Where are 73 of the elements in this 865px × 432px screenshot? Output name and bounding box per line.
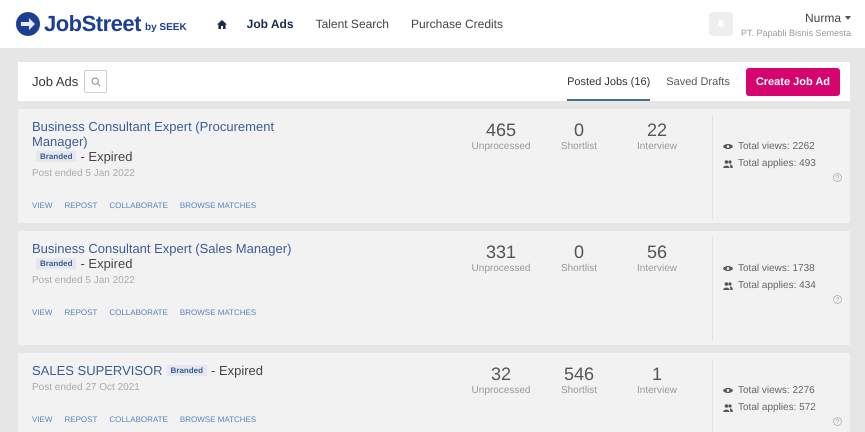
tab[interactable]: Posted Jobs (16) xyxy=(567,62,650,101)
stat-label: Interview xyxy=(636,263,677,274)
total-views: Total views: 1738 xyxy=(738,263,815,274)
stat-label: Shortlist xyxy=(560,141,598,152)
stat-value[interactable]: 0 xyxy=(574,119,584,141)
action-link[interactable]: COLLABORATE xyxy=(109,415,168,424)
stat-label: Unprocessed xyxy=(472,141,530,152)
action-link[interactable]: REPOST xyxy=(64,201,98,210)
people-icon xyxy=(723,282,733,290)
nav-link[interactable]: Job Ads xyxy=(246,17,294,31)
stat-value[interactable]: 1 xyxy=(652,363,662,385)
logo-text: JobStreet xyxy=(44,11,141,37)
action-link[interactable]: VIEW xyxy=(32,201,52,210)
action-link[interactable]: VIEW xyxy=(32,415,52,424)
logo-icon xyxy=(16,12,40,36)
job-status: - Expired xyxy=(80,149,132,164)
branded-tag: Branded xyxy=(36,151,76,162)
action-link[interactable]: REPOST xyxy=(64,415,98,424)
branded-tag: Branded xyxy=(166,365,207,376)
action-link[interactable]: BROWSE MATCHES xyxy=(180,308,256,317)
search-icon xyxy=(90,76,101,86)
job-title-link[interactable]: Business Consultant Expert (Procurement Manager) xyxy=(32,119,322,149)
stat-value[interactable]: 465 xyxy=(486,119,516,141)
help-icon[interactable] xyxy=(833,417,842,426)
create-job-ad-button[interactable]: Create Job Ad xyxy=(746,68,840,96)
help-icon[interactable] xyxy=(833,173,842,182)
post-date: Post ended 27 Oct 2021 xyxy=(32,382,141,393)
stat-label: Unprocessed xyxy=(472,263,530,274)
total-applies: Total applies: 572 xyxy=(738,402,816,413)
post-date: Post ended 5 Jan 2022 xyxy=(32,168,136,179)
post-date: Post ended 5 Jan 2022 xyxy=(32,275,136,286)
help-icon[interactable] xyxy=(833,295,842,304)
stat-value[interactable]: 331 xyxy=(486,241,516,263)
job-status: - Expired xyxy=(211,363,264,378)
stat-value[interactable]: 22 xyxy=(646,119,668,141)
eye-icon xyxy=(723,265,733,272)
branded-tag: Branded xyxy=(36,258,76,269)
action-link[interactable]: BROWSE MATCHES xyxy=(180,201,256,210)
action-link[interactable]: COLLABORATE xyxy=(109,201,168,210)
stat-label: Shortlist xyxy=(560,263,598,274)
action-link[interactable]: VIEW xyxy=(32,308,52,317)
stat-label: Shortlist xyxy=(560,385,598,396)
stat-value[interactable]: 546 xyxy=(564,363,594,385)
action-link[interactable]: BROWSE MATCHES xyxy=(180,415,256,424)
job-title-link[interactable]: SALES SUPERVISOR xyxy=(32,363,163,378)
people-icon xyxy=(723,160,733,168)
people-icon xyxy=(723,404,733,412)
eye-icon xyxy=(723,387,733,394)
stat-value[interactable]: 56 xyxy=(646,241,668,263)
home-icon[interactable] xyxy=(216,20,227,28)
eye-icon xyxy=(723,143,733,150)
job-status: - Expired xyxy=(80,256,132,271)
logo-suffix: by SEEK xyxy=(144,22,187,32)
nav-link[interactable]: Talent Search xyxy=(316,17,389,31)
stat-label: Unprocessed xyxy=(472,385,530,396)
stat-value[interactable]: 32 xyxy=(490,363,512,385)
total-applies: Total applies: 493 xyxy=(738,158,816,169)
total-applies: Total applies: 434 xyxy=(738,280,816,291)
stat-value[interactable]: 0 xyxy=(574,241,584,263)
total-views: Total views: 2276 xyxy=(738,385,815,396)
page-title: Job Ads xyxy=(32,74,78,89)
user-name[interactable]: Nurma xyxy=(804,10,841,24)
stat-label: Interview xyxy=(636,141,677,152)
tab[interactable]: Saved Drafts xyxy=(666,62,730,101)
company-name: PT. Papabli Bisnis Semesta xyxy=(740,28,851,38)
total-views: Total views: 2262 xyxy=(738,141,815,152)
nav-link[interactable]: Purchase Credits xyxy=(410,17,504,31)
action-link[interactable]: REPOST xyxy=(64,308,98,317)
search-button[interactable] xyxy=(84,70,108,93)
action-link[interactable]: COLLABORATE xyxy=(109,308,168,317)
caret-icon[interactable] xyxy=(845,16,851,20)
stat-label: Interview xyxy=(636,385,677,396)
job-title-link[interactable]: Business Consultant Expert (Sales Manager) xyxy=(32,241,292,256)
